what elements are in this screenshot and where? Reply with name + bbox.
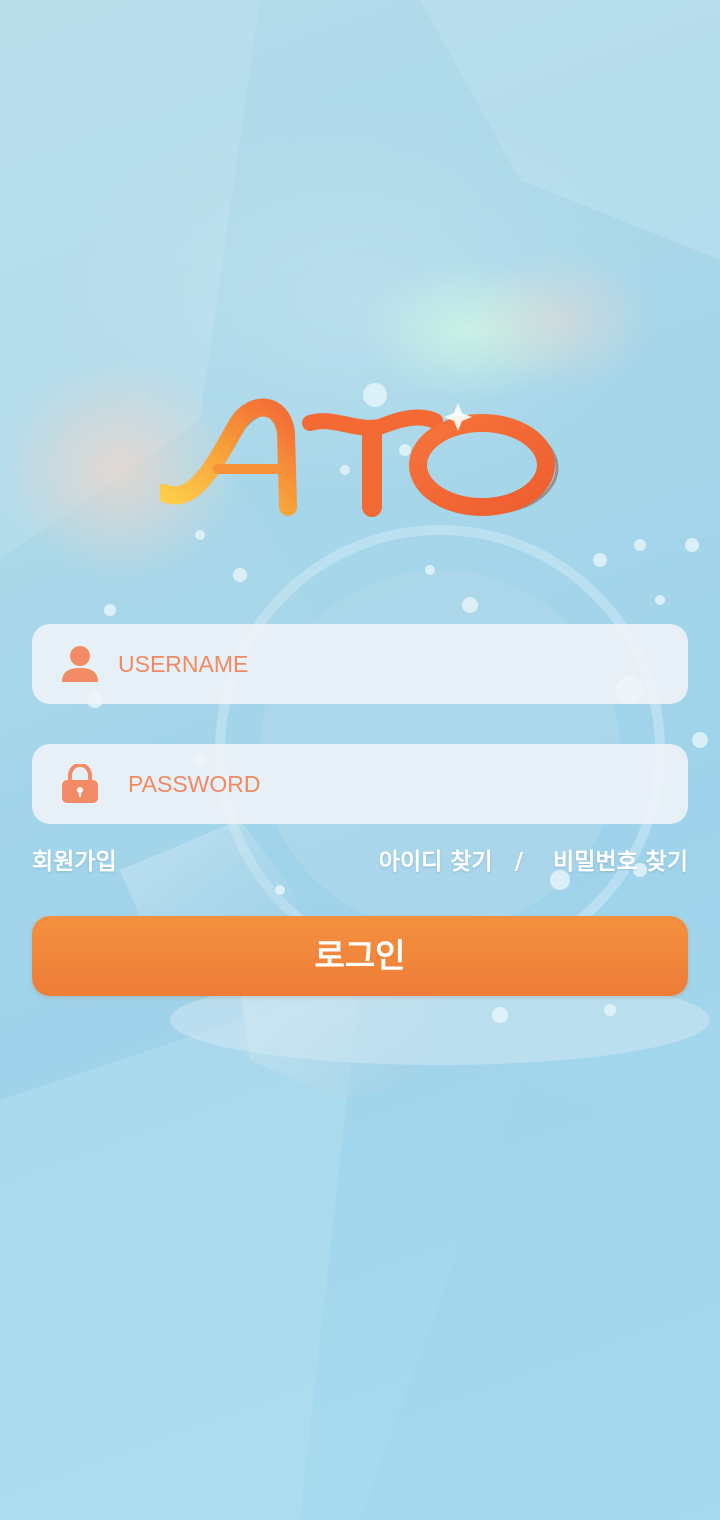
lock-icon <box>62 764 98 803</box>
password-field[interactable] <box>32 744 688 824</box>
auth-links: 회원가입 아이디 찾기 / 비밀번호 찾기 <box>32 838 688 878</box>
ato-logo <box>160 398 559 517</box>
links-separator: / <box>514 849 524 875</box>
password-input[interactable] <box>128 744 668 824</box>
find-password-link[interactable]: 비밀번호 찾기 <box>553 849 688 875</box>
find-links: 아이디 찾기 / 비밀번호 찾기 <box>379 842 688 876</box>
username-input[interactable] <box>118 624 668 704</box>
find-id-link[interactable]: 아이디 찾기 <box>379 849 493 875</box>
signup-link[interactable]: 회원가입 <box>32 842 117 876</box>
user-icon <box>62 646 98 682</box>
login-button[interactable]: 로그인 <box>32 916 688 996</box>
username-field[interactable] <box>32 624 688 704</box>
